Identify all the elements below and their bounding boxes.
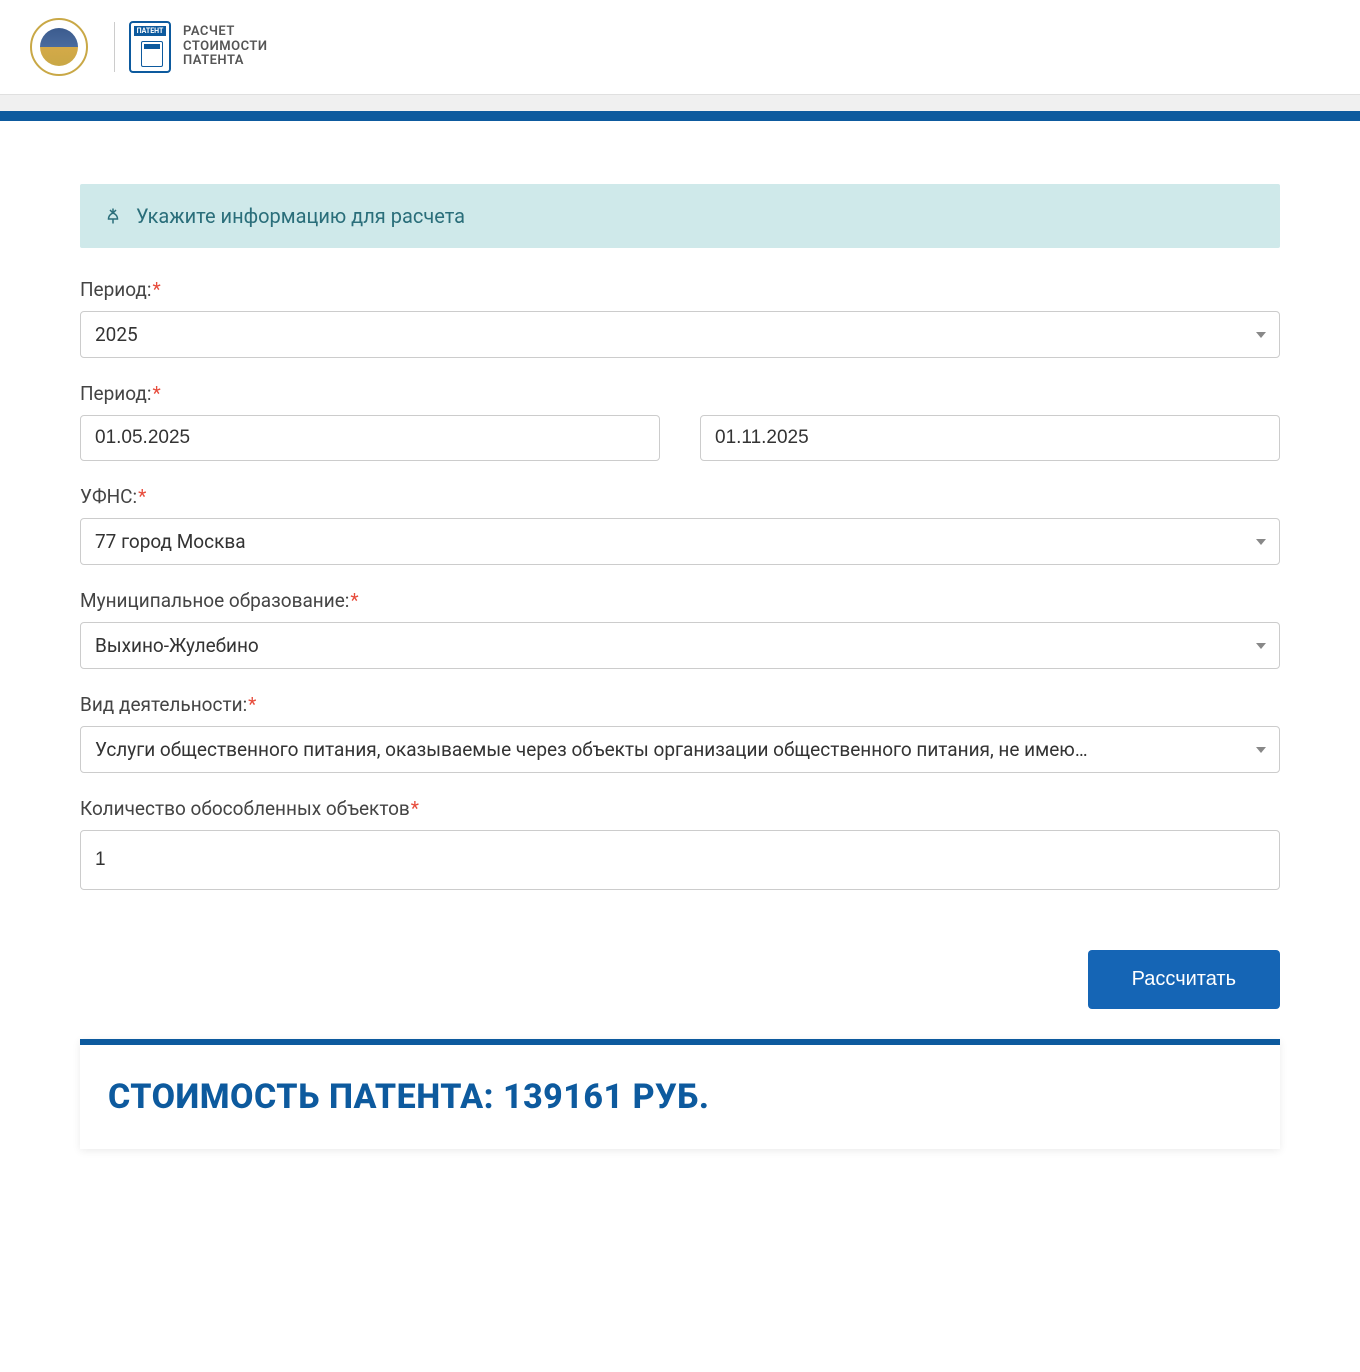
patent-badge-text: ПАТЕНТ xyxy=(134,26,166,36)
header-title-line2: СТОИМОСТИ xyxy=(183,40,268,55)
calculate-button[interactable]: Рассчитать xyxy=(1088,950,1280,1009)
submit-row: Рассчитать xyxy=(80,950,1280,1009)
result-title: СТОИМОСТЬ ПАТЕНТА: 139161 РУБ. xyxy=(108,1077,1252,1117)
header-title-line1: РАСЧЕТ xyxy=(183,25,268,40)
select-ufns[interactable]: 77 город Москва xyxy=(80,518,1280,565)
form-group-objects-count: Количество обособленных объектов* xyxy=(80,797,1280,890)
form-group-period-year: Период:* 2025 xyxy=(80,278,1280,358)
required-mark: * xyxy=(153,278,161,301)
form-group-activity: Вид деятельности:* Услуги общественного … xyxy=(80,693,1280,773)
label-objects-count: Количество обособленных объектов* xyxy=(80,797,1280,820)
input-objects-count[interactable] xyxy=(80,830,1280,890)
label-activity: Вид деятельности:* xyxy=(80,693,1280,716)
required-mark: * xyxy=(153,382,161,405)
header-title-line3: ПАТЕНТА xyxy=(183,54,268,69)
label-period-year: Период:* xyxy=(80,278,1280,301)
spacer xyxy=(0,95,1360,111)
select-activity[interactable]: Услуги общественного питания, оказываемы… xyxy=(80,726,1280,773)
info-banner: Укажите информацию для расчета xyxy=(80,184,1280,248)
required-mark: * xyxy=(248,693,256,716)
form-group-ufns: УФНС:* 77 город Москва xyxy=(80,485,1280,565)
blue-bar xyxy=(0,111,1360,121)
result-card: СТОИМОСТЬ ПАТЕНТА: 139161 РУБ. xyxy=(80,1039,1280,1149)
label-municipality: Муниципальное образование:* xyxy=(80,589,1280,612)
required-mark: * xyxy=(411,797,419,820)
app-header: ПАТЕНТ РАСЧЕТ СТОИМОСТИ ПАТЕНТА xyxy=(0,0,1360,95)
pin-icon xyxy=(104,207,122,225)
input-date-from[interactable] xyxy=(80,415,660,461)
main-container: Укажите информацию для расчета Период:* … xyxy=(40,124,1320,1189)
select-period-year[interactable]: 2025 xyxy=(80,311,1280,358)
header-title: РАСЧЕТ СТОИМОСТИ ПАТЕНТА xyxy=(183,25,268,70)
required-mark: * xyxy=(350,589,358,612)
emblem-icon xyxy=(30,18,88,76)
form-group-municipality: Муниципальное образование:* Выхино-Жулеб… xyxy=(80,589,1280,669)
patent-calculator-icon: ПАТЕНТ xyxy=(129,21,171,73)
select-municipality[interactable]: Выхино-Жулебино xyxy=(80,622,1280,669)
label-period-dates: Период:* xyxy=(80,382,1280,405)
header-divider xyxy=(114,22,115,72)
info-banner-text: Укажите информацию для расчета xyxy=(136,204,465,228)
form-group-period-dates: Период:* xyxy=(80,382,1280,461)
input-date-to[interactable] xyxy=(700,415,1280,461)
label-ufns: УФНС:* xyxy=(80,485,1280,508)
required-mark: * xyxy=(138,485,146,508)
